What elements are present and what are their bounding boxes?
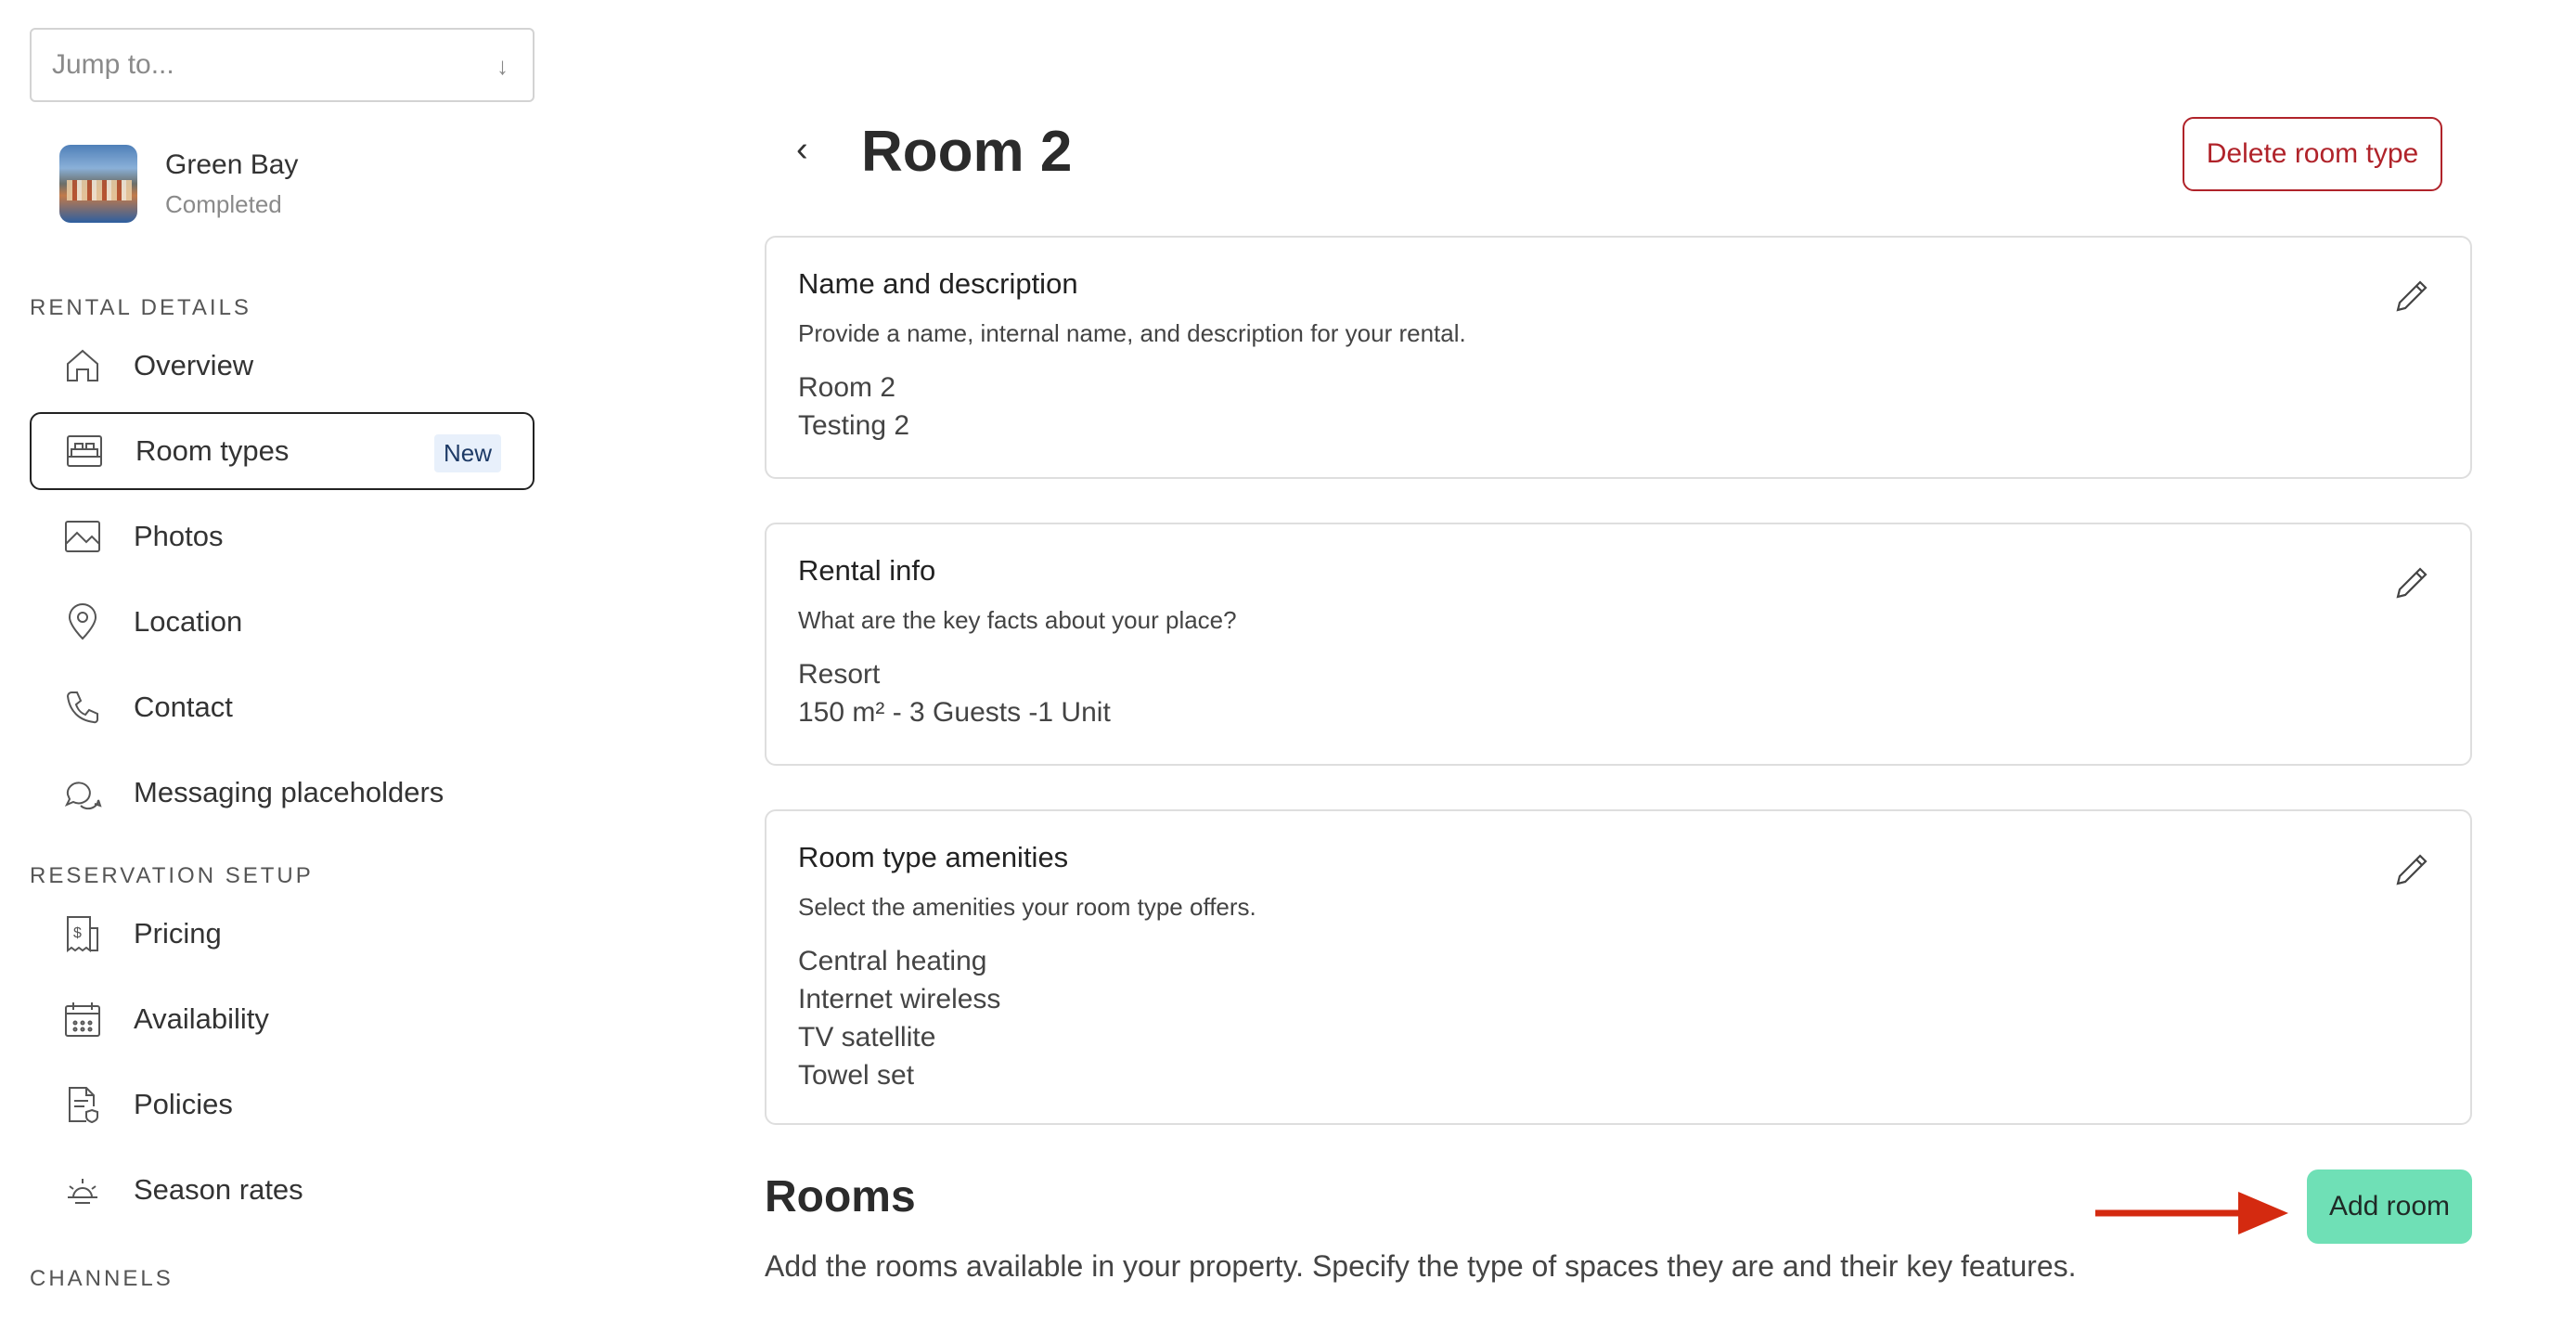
property-thumbnail (59, 145, 137, 223)
card-value: Resort (798, 659, 881, 690)
rental-info-card: Rental info What are the key facts about… (765, 523, 2472, 766)
sidebar-item-label: Season rates (134, 1173, 303, 1206)
sidebar-item-label: Messaging placeholders (134, 776, 444, 808)
add-room-button[interactable]: Add room (2307, 1169, 2472, 1244)
card-value: Testing 2 (798, 410, 910, 441)
sidebar-item-overview[interactable]: Overview (30, 327, 535, 405)
rooms-section-title: Rooms (765, 1172, 916, 1221)
sidebar-item-contact[interactable]: Contact (30, 668, 535, 746)
image-icon (61, 515, 104, 558)
amenity-item: Internet wireless (798, 984, 1001, 1014)
name-description-card: Name and description Provide a name, int… (765, 236, 2472, 479)
sidebar-item-label: Photos (134, 520, 224, 552)
section-label-channels: CHANNELS (30, 1266, 174, 1291)
sidebar-item-messaging-placeholders[interactable]: Messaging placeholders (30, 754, 535, 832)
price-tag-icon: $ (61, 912, 104, 955)
property-summary[interactable]: Green Bay Completed (59, 145, 298, 223)
pencil-icon[interactable] (2390, 562, 2433, 604)
sidebar-item-label: Availability (134, 1002, 269, 1035)
room-type-amenities-card: Room type amenities Select the amenities… (765, 809, 2472, 1125)
pencil-icon[interactable] (2390, 848, 2433, 891)
card-description: What are the key facts about your place? (798, 606, 1237, 634)
calendar-icon (61, 998, 104, 1040)
phone-icon (61, 686, 104, 729)
sidebar-item-location[interactable]: Location (30, 583, 535, 661)
card-value: Room 2 (798, 372, 896, 403)
property-status: Completed (165, 189, 282, 218)
jump-to-select[interactable]: Jump to... ↓ (30, 28, 535, 102)
sidebar: Jump to... ↓ Green Bay Completed RENTAL … (0, 0, 575, 1331)
arrow-down-icon: ↓ (496, 52, 509, 80)
delete-room-type-button[interactable]: Delete room type (2183, 117, 2442, 191)
rooms-section-description: Add the rooms available in your property… (765, 1249, 2077, 1283)
card-title: Rental info (798, 554, 936, 587)
section-label-rental-details: RENTAL DETAILS (30, 295, 251, 320)
amenity-item: TV satellite (798, 1022, 936, 1053)
card-description: Provide a name, internal name, and descr… (798, 319, 1466, 347)
annotation-arrow-icon (2095, 1192, 2288, 1234)
back-chevron-icon[interactable]: ‹ (796, 130, 808, 170)
card-values: Resort 150 m² - 3 Guests -1 Unit (798, 655, 2439, 731)
pencil-icon[interactable] (2390, 275, 2433, 317)
new-badge: New (433, 434, 501, 472)
sun-icon (61, 1169, 104, 1211)
property-name: Green Bay (165, 149, 299, 180)
sidebar-item-policies[interactable]: Policies (30, 1066, 535, 1144)
amenity-item: Towel set (798, 1060, 915, 1091)
sidebar-item-label: Overview (134, 349, 254, 381)
card-values: Central heating Internet wireless TV sat… (798, 942, 2439, 1094)
sidebar-item-label: Policies (134, 1088, 233, 1120)
card-title: Room type amenities (798, 841, 1069, 873)
sidebar-item-label: Location (134, 605, 243, 638)
home-icon (61, 344, 104, 387)
card-title: Name and description (798, 267, 1078, 300)
sidebar-item-photos[interactable]: Photos (30, 498, 535, 575)
card-value: 150 m² - 3 Guests -1 Unit (798, 697, 1111, 728)
section-label-reservation-setup: RESERVATION SETUP (30, 863, 314, 888)
chat-bubbles-icon (61, 771, 104, 814)
jump-to-placeholder: Jump to... (52, 49, 174, 80)
document-shield-icon (61, 1083, 104, 1126)
sidebar-item-label: Contact (134, 691, 233, 723)
card-description: Select the amenities your room type offe… (798, 893, 1256, 921)
sidebar-item-label: Room types (135, 434, 290, 467)
amenity-item: Central heating (798, 946, 987, 976)
map-pin-icon (61, 601, 104, 643)
bed-icon (63, 430, 106, 472)
card-values: Room 2 Testing 2 (798, 368, 2439, 445)
sidebar-item-pricing[interactable]: $ Pricing (30, 895, 535, 973)
sidebar-item-label: Pricing (134, 917, 222, 950)
sidebar-item-season-rates[interactable]: Season rates (30, 1151, 535, 1229)
svg-text:$: $ (73, 925, 82, 941)
page-title: Room 2 (861, 120, 1073, 184)
sidebar-item-availability[interactable]: Availability (30, 980, 535, 1058)
sidebar-item-room-types[interactable]: Room types New (30, 412, 535, 490)
